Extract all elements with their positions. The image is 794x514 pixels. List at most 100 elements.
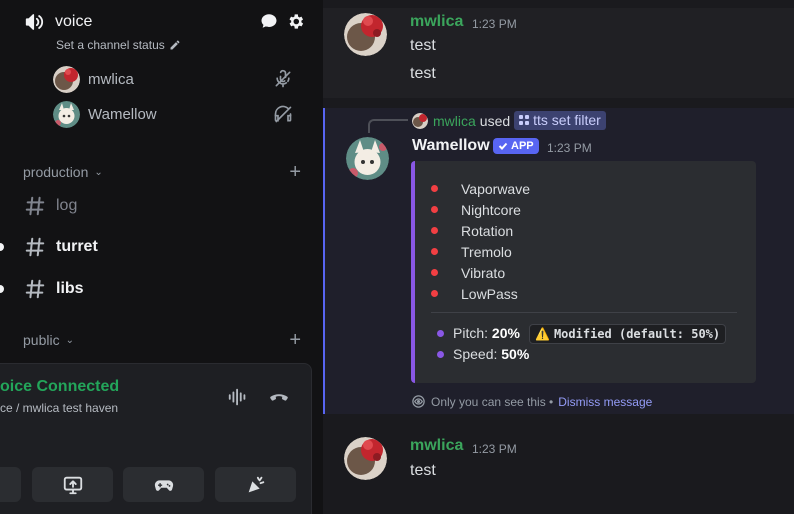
channel-status-button[interactable]: Set a channel status — [56, 38, 181, 52]
filter-item: LowPass — [461, 286, 518, 302]
command-reference[interactable]: mwlica used tts set filter — [412, 111, 606, 130]
dismiss-message-link[interactable]: Dismiss message — [558, 395, 652, 409]
bullet — [431, 269, 438, 276]
voice-user-mwlica[interactable]: mwlica — [53, 65, 303, 93]
camera-button[interactable] — [0, 467, 21, 502]
voice-channel-header[interactable]: voice — [24, 10, 314, 34]
add-channel-icon[interactable]: + — [289, 329, 301, 352]
voice-channel-name: voice — [55, 13, 93, 30]
pitch-stat: Pitch: 20% — [453, 325, 520, 341]
pencil-icon — [170, 40, 180, 50]
avatar[interactable] — [346, 137, 389, 180]
message-group: mwlica 1:23 PM test test — [323, 0, 794, 98]
command-name: tts set filter — [533, 112, 601, 128]
bullet — [431, 206, 438, 213]
ephemeral-message: mwlica used tts set filter Wamellow APP — [323, 108, 794, 414]
embed-card: Vaporwave Nightcore Rotation Tremolo Vib… — [411, 161, 756, 383]
avatar — [53, 100, 80, 128]
unread-indicator — [0, 243, 4, 251]
avatar[interactable] — [344, 13, 387, 56]
app-badge: APP — [493, 138, 539, 154]
voice-user-wamellow[interactable]: Wamellow — [53, 100, 303, 128]
voice-user-name: Wamellow — [88, 105, 157, 123]
channel-libs[interactable]: libs — [24, 275, 304, 303]
pitch-value: 20% — [491, 325, 520, 341]
message-timestamp: 1:23 PM — [472, 17, 517, 31]
hashtag-icon — [25, 279, 45, 299]
filter-item: Tremolo — [461, 244, 512, 260]
gamepad-icon — [154, 479, 173, 491]
screen-share-button[interactable] — [32, 467, 113, 502]
channel-turret[interactable]: turret — [24, 233, 304, 261]
bullet — [431, 185, 438, 192]
message-list: mwlica 1:23 PM test test mwlica used tts… — [323, 0, 794, 514]
message-text: test — [410, 462, 436, 479]
command-icon — [519, 115, 530, 125]
message-author[interactable]: mwlica — [410, 437, 463, 455]
mic-muted-icon — [275, 69, 291, 88]
message-timestamp: 1:23 PM — [472, 442, 517, 456]
speaker-icon — [25, 14, 44, 30]
filter-item: Rotation — [461, 223, 514, 239]
category-production[interactable]: production ⌄ + — [23, 161, 313, 184]
ephemeral-notice: Only you can see this • Dismiss message — [411, 394, 652, 409]
add-channel-icon[interactable]: + — [289, 161, 301, 184]
bullet — [431, 290, 438, 297]
message-group: mwlica 1:23 PM test — [323, 424, 794, 514]
bullet — [431, 248, 438, 255]
avatar — [412, 112, 428, 129]
voice-connection-location[interactable]: ce / mwlica test haven — [0, 401, 118, 415]
app-badge-label: APP — [511, 140, 534, 152]
avatar[interactable] — [344, 437, 387, 480]
voice-user-name: mwlica — [88, 70, 134, 88]
category-label: production — [23, 164, 89, 180]
soundboard-icon — [248, 476, 264, 492]
avatar — [53, 65, 80, 93]
bullet — [437, 351, 444, 358]
message-author[interactable]: mwlica — [410, 13, 463, 31]
speed-value: 50% — [501, 346, 530, 362]
channel-log[interactable]: log — [24, 192, 304, 220]
chevron-down-icon: ⌄ — [94, 166, 103, 178]
message-timestamp: 1:23 PM — [547, 141, 592, 155]
chevron-down-icon: ⌄ — [65, 334, 74, 346]
reply-username[interactable]: mwlica — [433, 113, 476, 129]
deafened-icon — [274, 105, 292, 123]
category-label: public — [23, 332, 60, 348]
pitch-note-text: Modified (default: 50%) — [553, 327, 721, 341]
divider — [431, 312, 737, 313]
activities-button[interactable] — [123, 467, 204, 502]
bullet — [431, 227, 438, 234]
reply-action: used — [479, 112, 511, 129]
slash-command-chip[interactable]: tts set filter — [514, 111, 606, 130]
filter-item: Nightcore — [461, 202, 521, 218]
unread-indicator — [0, 285, 4, 293]
category-public[interactable]: public ⌄ + — [23, 329, 313, 352]
filter-item: Vaporwave — [461, 181, 531, 197]
voice-connection-status[interactable]: oice Connected — [0, 378, 119, 396]
channel-sidebar: voice Set a channel status mwlica Wamell… — [0, 0, 323, 514]
speed-label: Speed: — [453, 346, 498, 362]
filter-item: Vibrato — [461, 265, 506, 281]
voice-connected-panel: oice Connected ce / mwlica test haven — [0, 363, 312, 514]
gear-icon[interactable] — [286, 12, 306, 32]
disconnect-icon[interactable] — [268, 386, 290, 408]
channel-name: turret — [56, 238, 98, 255]
ephemeral-note: Only you can see this • — [431, 394, 554, 409]
noise-suppression-icon[interactable] — [227, 386, 249, 408]
bullet — [437, 330, 444, 337]
checkmark-icon — [498, 142, 508, 150]
hashtag-icon — [25, 196, 45, 216]
reply-connector — [368, 119, 408, 133]
screen-share-icon — [63, 476, 82, 494]
chat-bubble-icon[interactable] — [260, 12, 280, 32]
eye-icon — [412, 395, 425, 408]
channel-status-label: Set a channel status — [56, 38, 165, 52]
soundboard-button[interactable] — [215, 467, 296, 502]
pitch-note: ⚠️ Modified (default: 50%) — [529, 324, 727, 344]
speed-stat: Speed: 50% — [453, 346, 529, 362]
message-text: test — [410, 37, 436, 54]
channel-name: log — [56, 197, 78, 214]
channel-name: libs — [56, 280, 84, 297]
message-author[interactable]: Wamellow — [412, 137, 490, 155]
